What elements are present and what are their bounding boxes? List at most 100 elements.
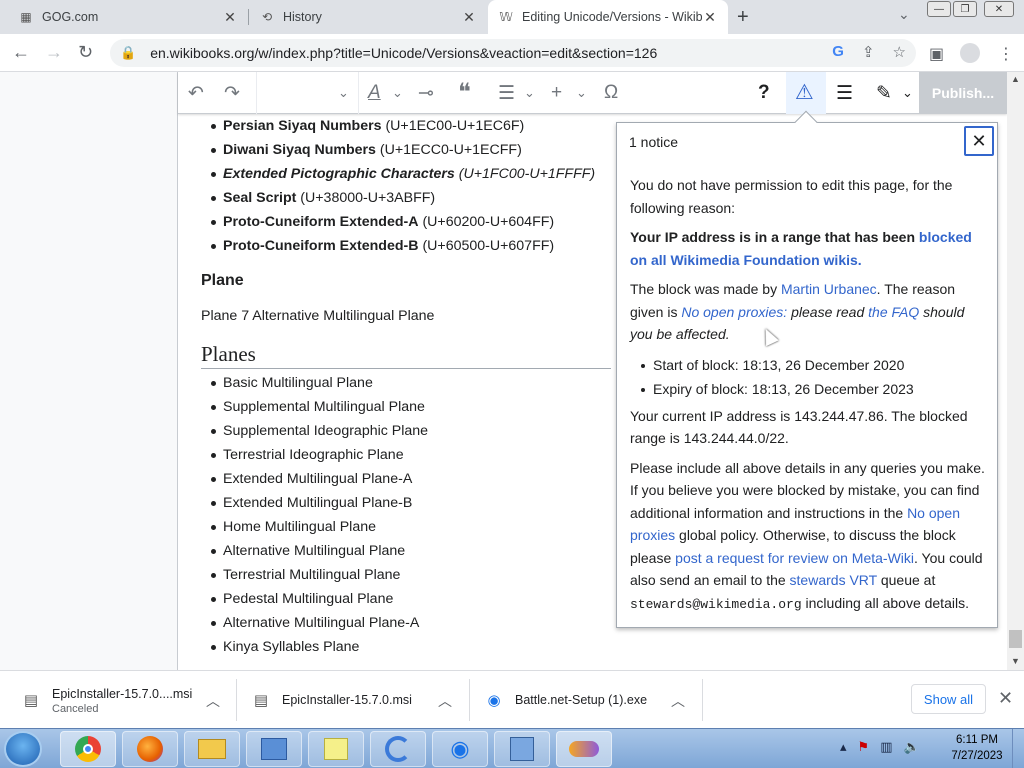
list-item: Basic Multilingual Plane [201,371,611,395]
list-item: Alternative Multilingual Plane-A [201,611,611,635]
scrollbar-thumb[interactable] [1009,630,1022,648]
meta-wiki-review-link[interactable]: post a request for review on Meta-Wiki [675,550,914,566]
martin-urbanec-link[interactable]: Martin Urbanec [781,281,877,297]
maximize-icon[interactable]: ❐ [953,1,977,17]
chevron-down-icon[interactable]: ⌄ [576,85,587,101]
notice-body: You do not have permission to edit this … [630,174,990,623]
forward-icon[interactable]: → [45,42,63,63]
chevron-down-icon[interactable]: ⌄ [524,85,535,101]
installer-taskbar-icon[interactable] [494,731,550,767]
menu-icon[interactable]: ☰ [836,82,853,105]
more-menu-icon[interactable]: ⋮ [998,44,1014,64]
url-text[interactable]: en.wikibooks.org/w/index.php?title=Unico… [150,45,657,61]
download-item[interactable]: ◉ Battle.net-Setup (1).exe ︿ [485,671,699,729]
faq-link[interactable]: the FAQ [868,304,919,320]
popup-arrow [794,110,818,134]
text-style-icon[interactable]: A [368,82,381,104]
clock-time: 6:11 PM [956,734,998,746]
start-button[interactable] [4,731,42,767]
stewards-vrt-link[interactable]: stewards VRT [790,572,877,588]
download-name: Battle.net-Setup (1).exe [515,693,648,707]
notice-intro: You do not have permission to edit this … [630,177,953,216]
list-item: Extended Multilingual Plane-A [201,467,611,491]
close-window-icon[interactable]: ✕ [984,1,1014,17]
chevron-up-icon[interactable]: ︿ [671,691,685,711]
share-icon[interactable]: ⇪ [862,43,875,61]
tab-editing-unicode[interactable]: 𝕎 Editing Unicode/Versions - Wikib ✕ [488,0,728,34]
system-tray: ▴ ⚑ ▥ 🔈 [840,739,920,755]
tab-search-icon[interactable]: ⌄ [898,6,910,23]
show-hidden-icons-icon[interactable]: ▴ [840,739,847,755]
publish-button[interactable]: Publish... [919,72,1007,114]
profile-avatar-icon[interactable] [960,43,980,63]
network-icon[interactable]: ▥ [880,739,892,755]
volume-icon[interactable]: 🔈 [903,739,919,755]
no-open-proxies-link[interactable]: No open proxies: [681,304,787,320]
chevron-down-icon[interactable]: ⌄ [902,85,913,101]
edit-mode-icon[interactable]: ✎ [876,82,892,105]
app-taskbar-icon[interactable] [556,731,612,767]
address-bar: ← → ↻ 🔒 en.wikibooks.org/w/index.php?tit… [0,34,1024,72]
close-tab-icon[interactable]: ✕ [702,9,718,26]
editor-toolbar: ↶ ↷ ⌄ A ⌄ ⊸ ❝ ☰ ⌄ + ⌄ Ω ? ⚠ ☰ ✎ ⌄ Publis… [178,72,1007,114]
insert-icon[interactable]: + [551,82,562,104]
app-taskbar-icon[interactable] [370,731,426,767]
list-item: Persian Siyaq Numbers (U+1EC00-U+1EC6F) [201,114,611,138]
back-icon[interactable]: ← [12,42,30,63]
notice-button[interactable]: ⚠ [786,72,826,114]
control-panel-taskbar-icon[interactable] [246,731,302,767]
chevron-down-icon[interactable]: ⌄ [392,85,403,101]
undo-icon[interactable]: ↶ [188,82,204,105]
close-tab-icon[interactable]: ✕ [461,9,477,26]
list-item: Extended Multilingual Plane-B [201,491,611,515]
download-item[interactable]: ▤ EpicInstaller-15.7.0.msi ︿ [252,671,466,729]
quote-icon[interactable]: ❝ [458,78,471,107]
close-tab-icon[interactable]: ✕ [222,9,238,26]
file-explorer-taskbar-icon[interactable] [184,731,240,767]
download-status: Canceled [52,703,99,715]
system-clock[interactable]: 6:11 PM 7/27/2023 [946,732,1008,764]
list-item: Proto-Cuneiform Extended-B (U+60500-U+60… [201,234,611,258]
page-scrollbar[interactable]: ▲ ▼ [1007,72,1024,670]
google-lens-icon[interactable]: G [832,43,844,61]
link-icon[interactable]: ⊸ [418,82,434,105]
close-downloads-icon[interactable]: ✕ [998,688,1013,709]
special-character-icon[interactable]: Ω [604,82,618,104]
action-center-icon[interactable]: ⚑ [858,739,870,755]
redo-icon[interactable]: ↷ [224,82,240,105]
toolbar-divider [358,72,359,114]
scroll-up-icon[interactable]: ▲ [1011,74,1020,84]
show-desktop-button[interactable] [1012,729,1024,768]
wikibooks-icon: 𝕎 [499,10,513,24]
chevron-up-icon[interactable]: ︿ [206,691,220,711]
notice-block-reason: Your IP address is in a range that has b… [630,229,972,268]
minimize-icon[interactable]: — [927,1,951,17]
paragraph-dropdown-icon[interactable]: ⌄ [338,85,349,101]
close-icon[interactable]: ✕ [964,126,994,156]
history-icon: ⟲ [261,10,273,24]
plane-paragraph[interactable]: Plane 7 Alternative Multilingual Plane [201,304,611,337]
scroll-down-icon[interactable]: ▼ [1011,656,1020,666]
list-icon[interactable]: ☰ [498,82,515,105]
tab-gog[interactable]: ▦ GOG.com ✕ [8,0,248,34]
tab-history[interactable]: ⟲ History ✕ [249,0,487,34]
new-tab-icon[interactable]: + [737,6,749,29]
tab-title: GOG.com [42,10,99,24]
battlenet-taskbar-icon[interactable]: ◉ [432,731,488,767]
sticky-notes-taskbar-icon[interactable] [308,731,364,767]
download-name: EpicInstaller-15.7.0....msi [52,687,193,701]
download-item[interactable]: ▤ EpicInstaller-15.7.0....msi Canceled ︿ [22,671,232,729]
show-all-button[interactable]: Show all [911,684,986,714]
sidebar-icon[interactable]: ▣ [929,44,944,64]
chrome-taskbar-icon[interactable] [60,731,116,767]
tab-title: History [283,10,322,24]
omnibox[interactable]: 🔒 en.wikibooks.org/w/index.php?title=Uni… [110,39,916,67]
web-page: ↶ ↷ ⌄ A ⌄ ⊸ ❝ ☰ ⌄ + ⌄ Ω ? ⚠ ☰ ✎ ⌄ Publis… [0,72,1024,670]
chevron-up-icon[interactable]: ︿ [438,691,452,711]
reload-icon[interactable]: ↻ [78,42,93,63]
bookmark-star-icon[interactable]: ☆ [893,43,906,61]
list-item: Terrestrial Multilingual Plane [201,563,611,587]
list-item: Seal Script (U+38000-U+3ABFF) [201,186,611,210]
help-icon[interactable]: ? [758,82,770,104]
firefox-taskbar-icon[interactable] [122,731,178,767]
